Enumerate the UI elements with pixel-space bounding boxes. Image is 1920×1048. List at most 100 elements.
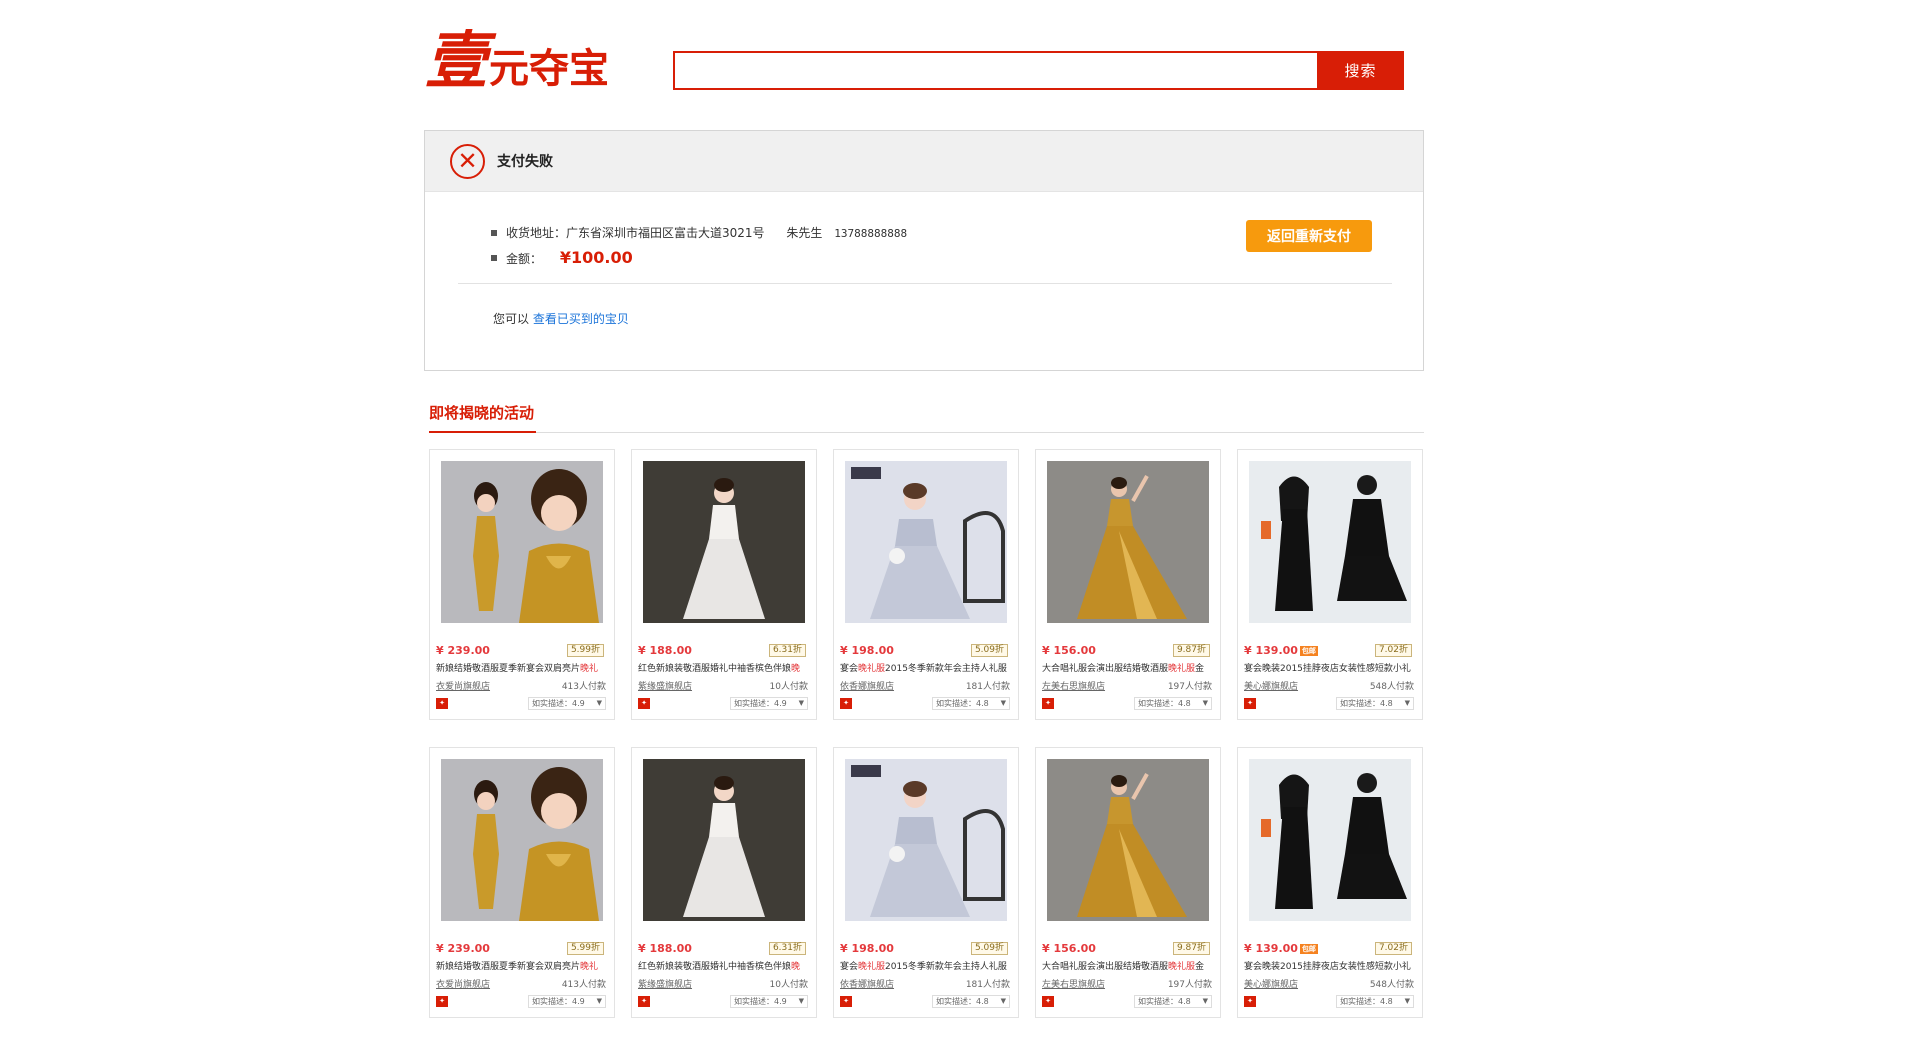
product-card[interactable]: ¥ 239.00 5.99折 新娘结婚敬酒服夏季新宴会双肩亮片晚礼 衣爱尚旗舰店 413…	[429, 449, 615, 720]
rating-text: 如实描述：4.8	[936, 699, 989, 708]
title-highlight: 晚礼服	[1168, 664, 1196, 674]
rating-dropdown[interactable]: 如实描述：4.9 ▼	[528, 697, 606, 710]
product-image[interactable]	[845, 759, 1007, 921]
amount-row: 金额： ¥100.00	[506, 248, 633, 267]
product-image[interactable]	[1249, 759, 1411, 921]
product-title[interactable]: 红色新娘装敬酒服婚礼中袖香槟色伴娘晚	[638, 661, 810, 674]
rating-dropdown[interactable]: 如实描述：4.9 ▼	[528, 995, 606, 1008]
title-text: 红色新娘装敬酒服婚礼中袖香槟色伴娘	[638, 664, 792, 674]
title-text: 金	[1195, 962, 1205, 972]
title-text: 宴会晚装2015挂脖夜店女装性感短款小礼	[1244, 962, 1411, 972]
logo-text: 元夺宝	[489, 45, 610, 92]
product-price: ¥ 188.00	[638, 644, 692, 657]
tmall-icon: ✦	[840, 698, 852, 709]
discount-badge: 6.31折	[768, 644, 806, 657]
product-title[interactable]: 宴会晚装2015挂脖夜店女装性感短款小礼	[1244, 959, 1416, 972]
product-card[interactable]: ¥ 239.00 5.99折 新娘结婚敬酒服夏季新宴会双肩亮片晚礼 衣爱尚旗舰店 413…	[429, 747, 615, 1018]
product-image[interactable]	[441, 461, 603, 623]
tmall-icon: ✦	[1244, 698, 1256, 709]
rating-dropdown[interactable]: 如实描述：4.8 ▼	[932, 995, 1010, 1008]
product-card[interactable]: ¥ 139.00 包邮 7.02折 宴会晚装2015挂脖夜店女装性感短款小礼 美心娜旗舰…	[1237, 747, 1423, 1018]
discount-badge: 9.87折	[1172, 942, 1210, 955]
tmall-icon: ✦	[436, 996, 448, 1007]
section-title: 即将揭晓的活动	[429, 404, 535, 422]
product-card[interactable]: ¥ 198.00 5.09折 宴会晚礼服2015冬季新款年会主持人礼服 依香娜旗舰店 1…	[833, 747, 1019, 1018]
product-title[interactable]: 新娘结婚敬酒服夏季新宴会双肩亮片晚礼	[436, 959, 608, 972]
shop-link[interactable]: 衣爱尚旗舰店	[436, 679, 490, 692]
product-price: ¥ 139.00 包邮	[1244, 942, 1318, 955]
product-card[interactable]: ¥ 139.00 包邮 7.02折宴会晚装2015挂脖夜店女装性感短款小礼 美心娜旗舰…	[1237, 449, 1423, 720]
title-text: 2015冬季新款年会主持人礼服	[885, 962, 1007, 972]
product-image[interactable]	[1047, 759, 1209, 921]
product-title[interactable]: 大合唱礼服会演出服结婚敬酒服晚礼服金	[1042, 661, 1214, 674]
product-card[interactable]: ¥ 156.00 9.87折大合唱礼服会演出服结婚敬酒服晚礼服金 左美右思旗舰店 19…	[1035, 747, 1221, 1018]
product-title[interactable]: 宴会晚礼服2015冬季新款年会主持人礼服	[840, 661, 1012, 674]
shop-link[interactable]: 依香娜旗舰店	[840, 679, 894, 692]
sales-count: 197人付款	[1167, 980, 1212, 990]
rating-dropdown[interactable]: 如实描述：4.8 ▼	[932, 697, 1010, 710]
shop-link[interactable]: 依香娜旗舰店	[840, 977, 894, 990]
product-image[interactable]	[643, 759, 805, 921]
product-image[interactable]	[643, 461, 805, 623]
product-price: ¥ 139.00 包邮	[1244, 644, 1318, 657]
shop-link[interactable]: 美心娜旗舰店	[1244, 679, 1298, 692]
recipient-phone: 13788888888	[834, 227, 908, 240]
product-title[interactable]: 新娘结婚敬酒服夏季新宴会双肩亮片晚礼	[436, 661, 608, 674]
sales-count: 413人付款	[561, 980, 606, 990]
shipping-address-row: 收货地址：广东省深圳市福田区富击大道3021号 朱先生 13788888888	[506, 224, 907, 241]
rating-dropdown[interactable]: 如实描述：4.9 ▼	[730, 995, 808, 1008]
shop-link[interactable]: 紫缘盛旗舰店	[638, 679, 692, 692]
title-highlight: 晚礼	[580, 664, 599, 674]
product-title[interactable]: 宴会晚礼服2015冬季新款年会主持人礼服	[840, 959, 1012, 972]
product-card[interactable]: ¥ 198.00 5.09折 宴会晚礼服2015冬季新款年会主持人礼服 依香娜旗舰店 1…	[833, 449, 1019, 720]
search-input[interactable]	[673, 51, 1317, 90]
chevron-down-icon: ▼	[1202, 997, 1208, 1005]
product-title[interactable]: 大合唱礼服会演出服结婚敬酒服晚礼服金	[1042, 959, 1214, 972]
sales-count: 197人付款	[1167, 682, 1212, 692]
title-text: 大合唱礼服会演出服结婚敬酒服	[1042, 962, 1169, 972]
rating-text: 如实描述：4.9	[532, 699, 585, 708]
product-price: ¥ 156.00	[1042, 942, 1096, 955]
repay-button[interactable]: 返回重新支付	[1246, 220, 1372, 252]
shop-link[interactable]: 紫缘盛旗舰店	[638, 977, 692, 990]
title-highlight: 晚礼	[580, 962, 599, 972]
product-image[interactable]	[441, 759, 603, 921]
product-image[interactable]	[1249, 461, 1411, 623]
address-text: 广东省深圳市福田区富击大道3021号	[566, 226, 765, 240]
free-shipping-badge: 包邮	[1299, 646, 1318, 656]
purchased-items-link[interactable]: 查看已买到的宝贝	[533, 312, 629, 326]
product-image[interactable]	[1047, 461, 1209, 623]
rating-text: 如实描述：4.8	[1138, 699, 1191, 708]
rating-dropdown[interactable]: 如实描述：4.8 ▼	[1336, 697, 1414, 710]
discount-badge: 9.87折	[1172, 644, 1210, 657]
rating-dropdown[interactable]: 如实描述：4.8 ▼	[1134, 995, 1212, 1008]
site-logo[interactable]: 壹 元夺宝	[425, 26, 609, 92]
product-price: ¥ 188.00	[638, 942, 692, 955]
tmall-icon: ✦	[1042, 698, 1054, 709]
product-price: ¥ 198.00	[840, 942, 894, 955]
title-text: 新娘结婚敬酒服夏季新宴会双肩亮片	[436, 664, 581, 674]
title-text: 2015冬季新款年会主持人礼服	[885, 664, 1007, 674]
product-title[interactable]: 红色新娘装敬酒服婚礼中袖香槟色伴娘晚	[638, 959, 810, 972]
product-card[interactable]: ¥ 188.00 6.31折 红色新娘装敬酒服婚礼中袖香槟色伴娘晚 紫缘盛旗舰店 10人…	[631, 747, 817, 1018]
chevron-down-icon: ▼	[798, 699, 804, 707]
shop-link[interactable]: 左美右思旗舰店	[1042, 679, 1105, 692]
divider	[458, 283, 1392, 284]
rating-dropdown[interactable]: 如实描述：4.8 ▼	[1336, 995, 1414, 1008]
status-header: ✕ 支付失败	[425, 131, 1423, 192]
chevron-down-icon: ▼	[1202, 699, 1208, 707]
product-card[interactable]: ¥ 188.00 6.31折 红色新娘装敬酒服婚礼中袖香槟色伴娘晚 紫缘盛旗舰店 10人…	[631, 449, 817, 720]
discount-badge: 7.02折	[1374, 644, 1412, 657]
rating-dropdown[interactable]: 如实描述：4.9 ▼	[730, 697, 808, 710]
product-card[interactable]: ¥ 156.00 9.87折 大合唱礼服会演出服结婚敬酒服晚礼服金 左美右思旗舰店 19…	[1035, 449, 1221, 720]
shop-link[interactable]: 美心娜旗舰店	[1244, 977, 1298, 990]
discount-badge: 5.99折	[566, 942, 604, 955]
title-highlight: 晚礼服	[858, 664, 886, 674]
product-title[interactable]: 宴会晚装2015挂脖夜店女装性感短款小礼	[1244, 661, 1416, 674]
product-image[interactable]	[845, 461, 1007, 623]
shop-link[interactable]: 衣爱尚旗舰店	[436, 977, 490, 990]
rating-dropdown[interactable]: 如实描述：4.8 ▼	[1134, 697, 1212, 710]
search-button[interactable]: 搜索	[1317, 51, 1404, 90]
sales-count: 413人付款	[561, 682, 606, 692]
shop-link[interactable]: 左美右思旗舰店	[1042, 977, 1105, 990]
